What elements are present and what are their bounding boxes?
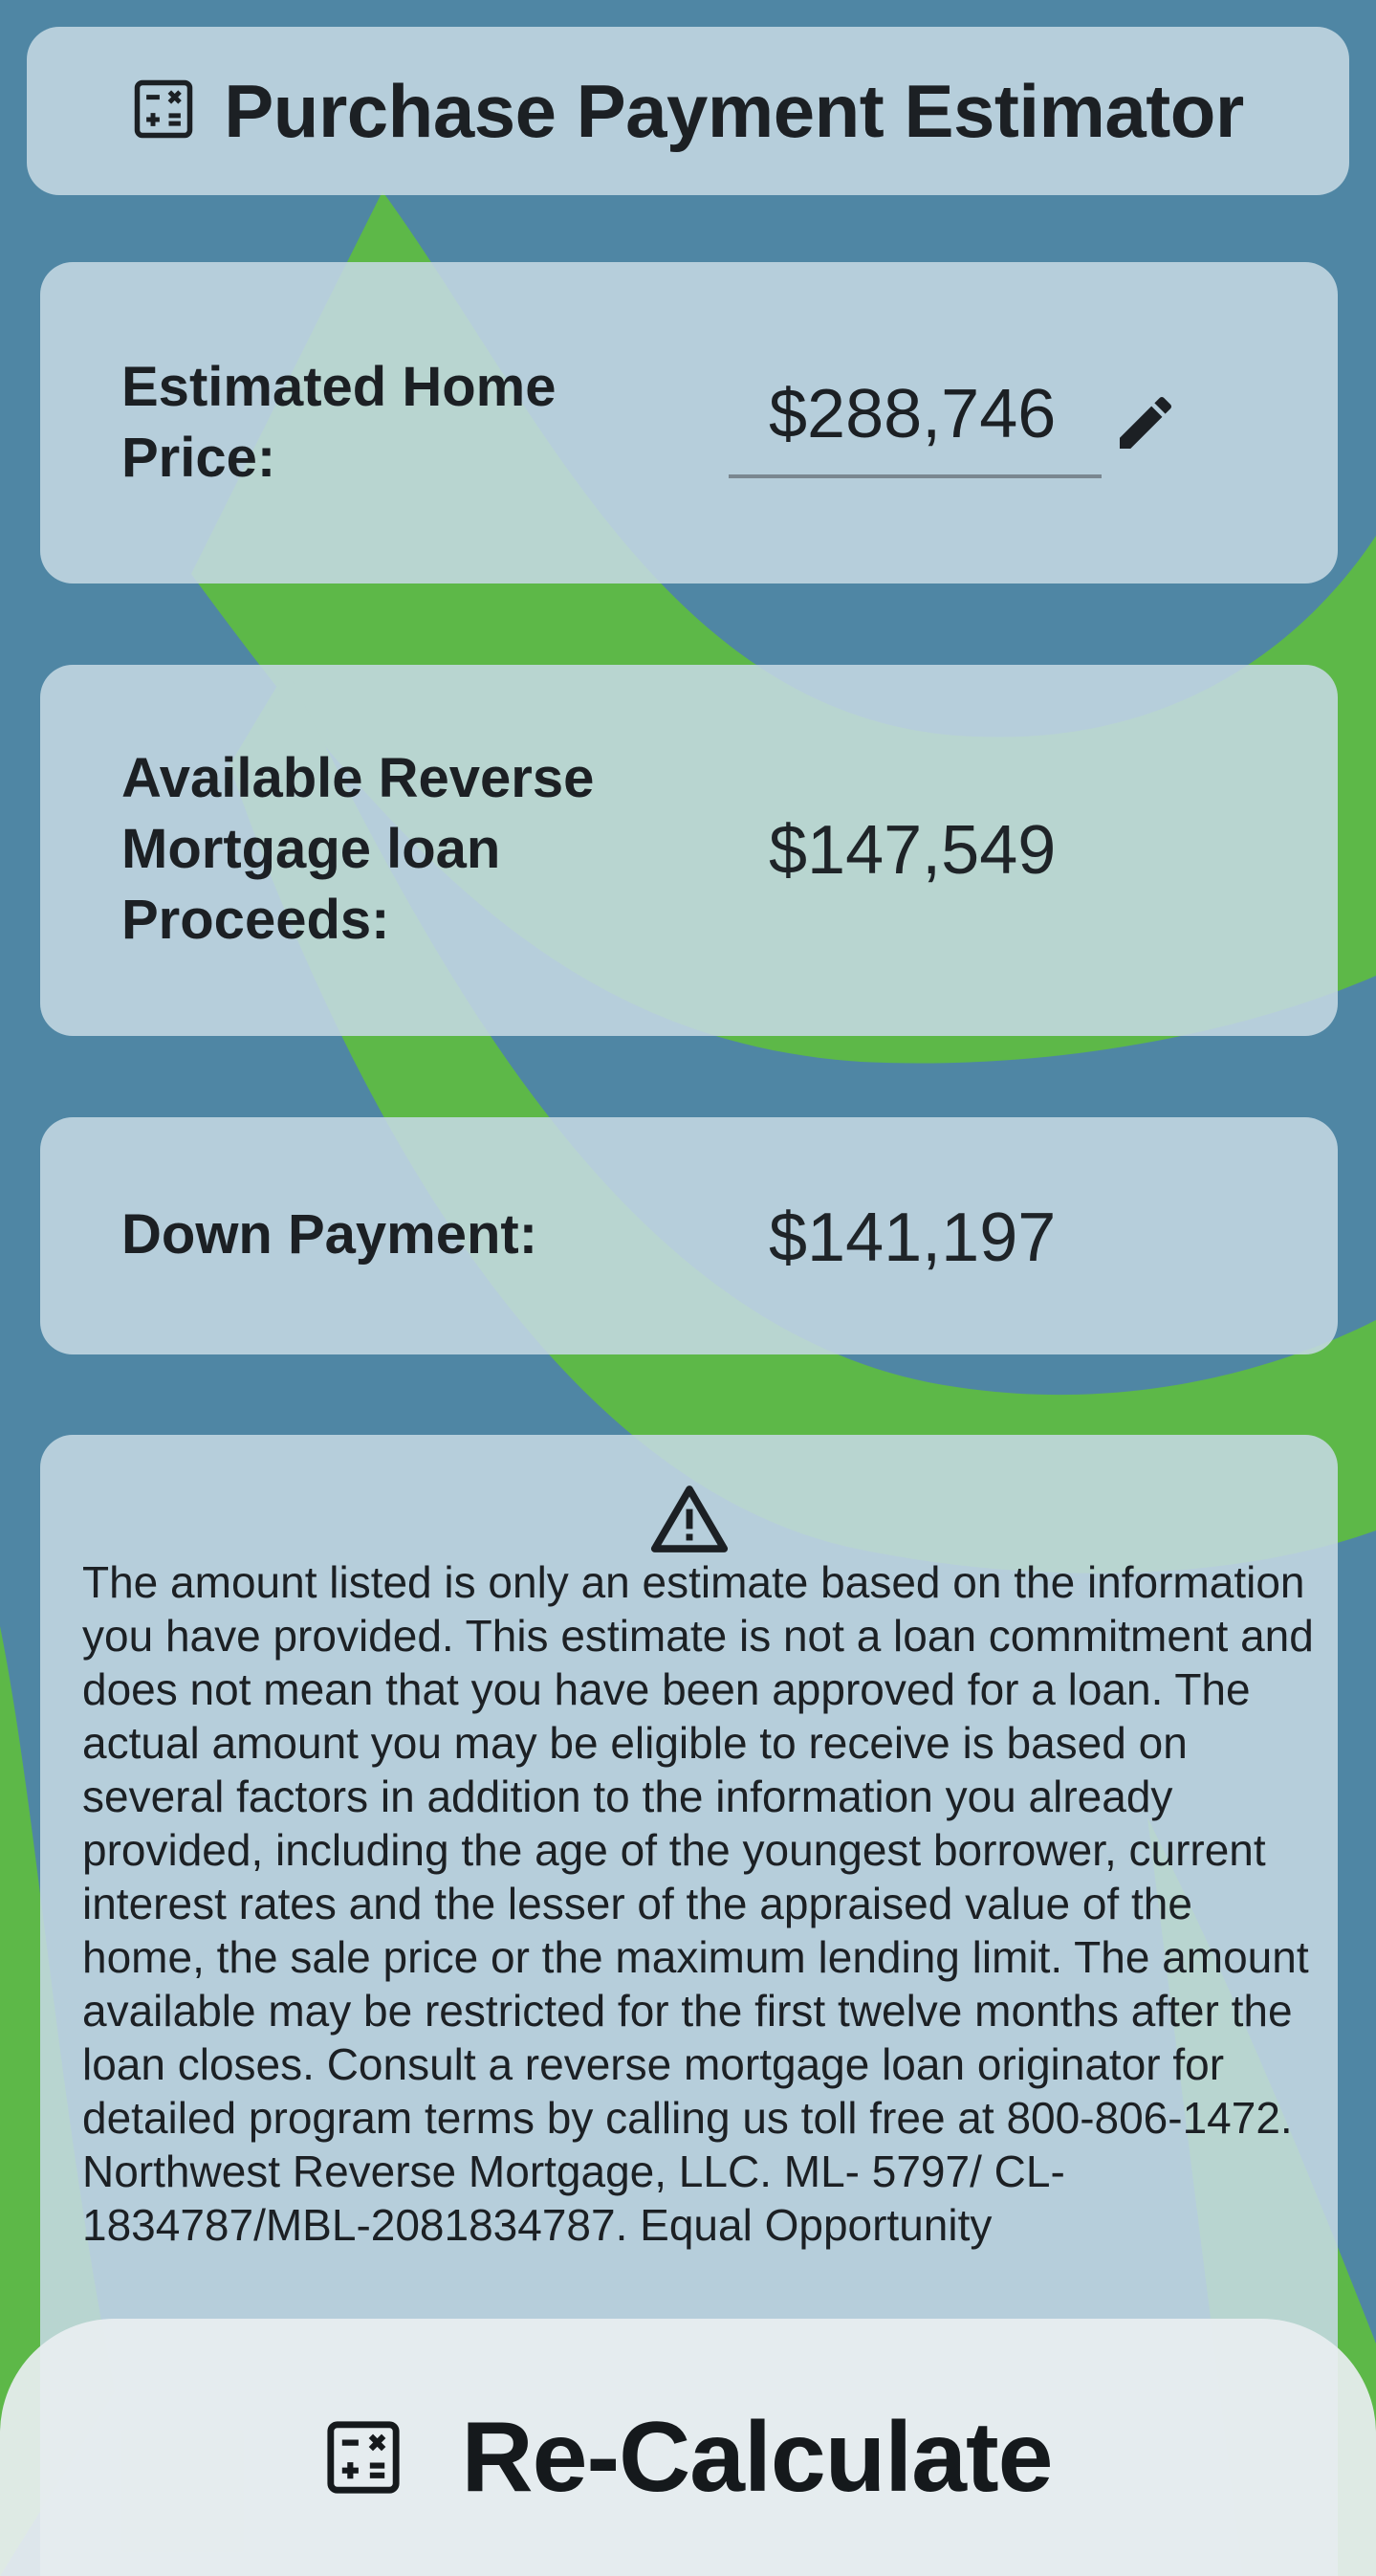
- page-title: Purchase Payment Estimator: [224, 68, 1244, 153]
- down-payment-label: Down Payment:: [121, 1203, 538, 1266]
- home-price-value[interactable]: $288,746: [769, 375, 1056, 453]
- loan-proceeds-value: $147,549: [769, 812, 1057, 889]
- pencil-icon[interactable]: [1111, 388, 1180, 457]
- warning-icon: [649, 1483, 730, 1555]
- recalculate-label[interactable]: Re-Calculate: [462, 2405, 1054, 2510]
- calculator-icon: [324, 2418, 403, 2501]
- home-price-card: Estimated Home Price: $288,746: [40, 262, 1338, 583]
- home-price-input[interactable]: $288,746: [729, 375, 1102, 478]
- down-payment-card: Down Payment: $141,197: [40, 1117, 1338, 1354]
- header-bar: Purchase Payment Estimator: [27, 27, 1349, 195]
- recalculate-button[interactable]: Re-Calculate: [0, 2319, 1376, 2576]
- loan-proceeds-label: Available Reverse Mortgage loan Proceeds…: [121, 747, 595, 951]
- down-payment-value: $141,197: [769, 1200, 1057, 1276]
- disclaimer-text: The amount listed is only an estimate ba…: [82, 1557, 1314, 2250]
- loan-proceeds-card: Available Reverse Mortgage loan Proceeds…: [40, 665, 1338, 1036]
- calculator-icon: [132, 77, 195, 145]
- home-price-label: Estimated Home Price:: [121, 356, 557, 489]
